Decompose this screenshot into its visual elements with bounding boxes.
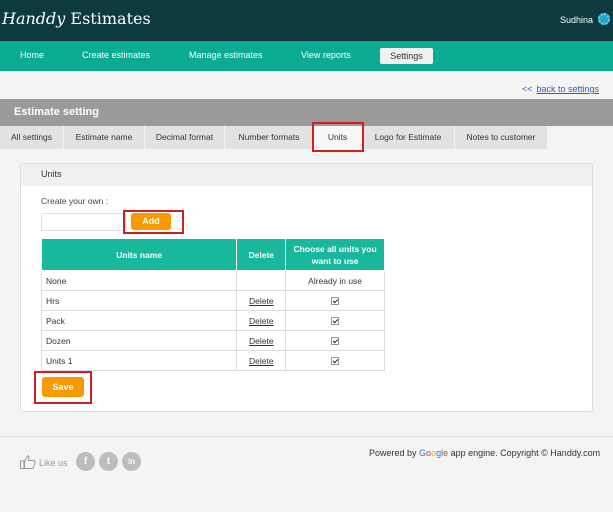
unit-name: Units 1 <box>40 350 238 371</box>
like-us-label: Like us <box>39 458 68 468</box>
nav-manage-estimates[interactable]: Manage estimates <box>189 50 263 60</box>
tab-logo-for-estimate[interactable]: Logo for Estimate <box>362 126 455 149</box>
delete-link[interactable]: Delete <box>249 316 274 326</box>
nav-settings[interactable]: Settings <box>380 48 433 64</box>
google-logo: Google <box>419 448 449 458</box>
user-name[interactable]: Sudhina <box>560 15 593 25</box>
back-to-settings-link[interactable]: << back to settings <box>522 84 599 94</box>
choose-units-header: Choose all units you want to use <box>285 238 385 271</box>
delete-link[interactable]: Delete <box>249 336 274 346</box>
new-unit-input[interactable] <box>41 213 126 231</box>
linkedin-icon[interactable]: in <box>122 452 141 471</box>
table-row: Pack Delete <box>40 310 385 331</box>
tab-all-settings[interactable]: All settings <box>0 126 64 149</box>
unit-name: None <box>40 270 238 291</box>
nav-create-estimates[interactable]: Create estimates <box>82 50 150 60</box>
table-row: Units 1 Delete <box>40 350 385 371</box>
settings-tabs: All settings Estimate name Decimal forma… <box>0 126 548 149</box>
add-button-highlight <box>123 210 184 234</box>
unit-name: Dozen <box>40 330 238 351</box>
already-in-use-label: Already in use <box>285 270 385 291</box>
units-table: Units name Delete Choose all units you w… <box>40 238 385 371</box>
top-header: Handdy Estimates Sudhina <box>0 0 613 41</box>
table-row: Dozen Delete <box>40 330 385 351</box>
twitter-icon[interactable]: t <box>99 452 118 471</box>
tab-estimate-name[interactable]: Estimate name <box>64 126 145 149</box>
create-your-own-label: Create your own : <box>41 196 109 206</box>
unit-name: Pack <box>40 310 238 331</box>
tab-notes-to-customer[interactable]: Notes to customer <box>455 126 548 149</box>
page-title: Estimate setting <box>0 99 613 126</box>
facebook-icon[interactable]: f <box>76 452 95 471</box>
thumbs-up-icon[interactable] <box>20 455 36 469</box>
tab-number-formats[interactable]: Number formats <box>225 126 314 149</box>
delete-link[interactable]: Delete <box>249 296 274 306</box>
nav-home[interactable]: Home <box>20 50 44 60</box>
table-row: Hrs Delete <box>40 290 385 311</box>
gear-icon[interactable] <box>598 13 610 25</box>
powered-by-text: Powered by Google app engine. Copyright … <box>369 448 601 458</box>
use-unit-checkbox[interactable] <box>331 297 340 306</box>
use-unit-checkbox[interactable] <box>331 357 340 366</box>
units-panel-heading: Units <box>21 164 592 186</box>
nav-view-reports[interactable]: View reports <box>301 50 351 60</box>
units-tab-highlight <box>312 122 364 152</box>
units-name-header: Units name <box>40 238 238 271</box>
save-button-highlight <box>34 371 92 404</box>
main-nav: Home Create estimates Manage estimates V… <box>0 41 613 71</box>
footer-divider <box>0 436 613 437</box>
delete-cell-empty <box>236 270 287 291</box>
use-unit-checkbox[interactable] <box>331 337 340 346</box>
app-logo[interactable]: Handdy Estimates <box>2 9 151 28</box>
unit-name: Hrs <box>40 290 238 311</box>
tab-decimal-format[interactable]: Decimal format <box>145 126 225 149</box>
table-row: None Already in use <box>40 270 385 291</box>
delete-header: Delete <box>236 238 287 271</box>
delete-link[interactable]: Delete <box>249 356 274 366</box>
use-unit-checkbox[interactable] <box>331 317 340 326</box>
